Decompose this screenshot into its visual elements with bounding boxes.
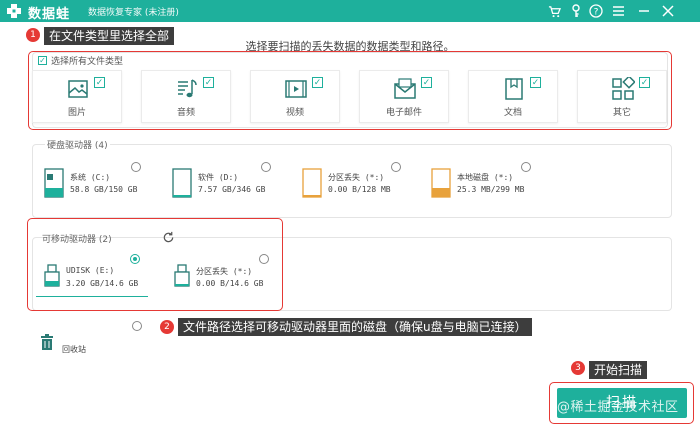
type-check-icon[interactable] xyxy=(639,77,650,88)
callout-step-3: 开始扫描 xyxy=(589,361,648,379)
document-icon xyxy=(505,78,523,100)
callout-step-2: 文件路径选择可移动驱动器里面的磁盘（确保u盘与电脑已连接） xyxy=(178,318,532,336)
type-label: 文档 xyxy=(503,108,522,118)
type-label: 视频 xyxy=(285,108,304,118)
type-label: 音频 xyxy=(176,108,195,118)
highlight-frame-types xyxy=(28,51,672,130)
selected-indicator xyxy=(36,296,148,297)
radio-recycle-bin[interactable] xyxy=(132,321,142,331)
video-icon xyxy=(285,80,307,98)
type-check-icon[interactable] xyxy=(312,77,323,88)
select-all-checkbox[interactable]: 选择所有文件类型 xyxy=(38,54,123,67)
drive-size: 0.00 B/128 MB xyxy=(328,185,391,194)
type-check-icon[interactable] xyxy=(203,77,214,88)
select-all-check-icon[interactable] xyxy=(38,56,47,65)
radio-drive-usb-lost[interactable] xyxy=(259,254,269,264)
type-check-icon[interactable] xyxy=(530,77,541,88)
type-card-audio[interactable]: 音频 xyxy=(141,70,231,123)
radio-drive-local[interactable] xyxy=(521,162,531,172)
drive-name: 分区丢失 (*:) xyxy=(328,173,385,182)
drive-size: 3.20 GB/14.6 GB xyxy=(66,279,139,288)
type-card-other[interactable]: 其它 xyxy=(577,70,667,123)
type-card-video[interactable]: 视频 xyxy=(250,70,340,123)
type-card-document[interactable]: 文档 xyxy=(468,70,558,123)
drive-name: 系统 (C:) xyxy=(70,173,111,182)
app-subtitle: 数据恢复专家 (未注册) xyxy=(88,8,179,18)
type-card-email[interactable]: 电子邮件 xyxy=(359,70,449,123)
drive-name: UDISK (E:) xyxy=(66,266,115,275)
radio-drive-d[interactable] xyxy=(261,162,271,172)
drive-name: 分区丢失 (*:) xyxy=(196,267,253,276)
title-bar: 数据蛙 数据恢复专家 (未注册) ? xyxy=(0,0,700,22)
type-label: 其它 xyxy=(612,108,631,118)
radio-drive-c[interactable] xyxy=(131,162,141,172)
radio-drive-lost[interactable] xyxy=(391,162,401,172)
close-icon[interactable] xyxy=(660,3,676,19)
select-all-label: 选择所有文件类型 xyxy=(51,57,124,67)
cart-icon[interactable] xyxy=(546,3,562,19)
type-card-image[interactable]: 图片 xyxy=(32,70,122,123)
removable-drive-title: 可移动驱动器 (2) xyxy=(42,235,112,245)
recycle-bin-label: 回收站 xyxy=(62,345,86,354)
system-disk-icon xyxy=(44,168,64,198)
image-icon xyxy=(68,80,88,98)
step-badge-3: 3 xyxy=(571,361,585,375)
radio-drive-udisk[interactable] xyxy=(130,254,140,264)
music-icon xyxy=(178,79,197,98)
type-check-icon[interactable] xyxy=(94,77,105,88)
disk-icon xyxy=(172,168,192,198)
drive-name: 本地磁盘 (*:) xyxy=(457,173,514,182)
hard-drive-title: 硬盘驱动器 (4) xyxy=(45,138,110,151)
app-logo-icon xyxy=(7,4,21,18)
drive-size: 7.57 GB/346 GB xyxy=(198,185,266,194)
app-name: 数据蛙 xyxy=(28,7,71,22)
key-icon[interactable] xyxy=(568,3,584,19)
email-icon xyxy=(394,78,416,99)
help-icon[interactable]: ? xyxy=(588,3,604,19)
other-icon xyxy=(612,77,635,100)
drive-size: 0.00 B/14.6 GB xyxy=(196,279,264,288)
drive-size: 25.3 MB/299 MB xyxy=(457,185,525,194)
local-disk-icon xyxy=(431,168,451,198)
drive-size: 58.8 GB/150 GB xyxy=(70,185,138,194)
usb-drive-icon xyxy=(174,264,190,287)
step-badge-2: 2 xyxy=(160,320,174,334)
lost-partition-icon xyxy=(302,168,322,198)
type-label: 电子邮件 xyxy=(385,108,422,118)
minimize-icon[interactable] xyxy=(636,3,652,19)
drive-name: 软件 (D:) xyxy=(198,173,239,182)
watermark: @稀土掘金技术社区 xyxy=(557,400,679,415)
recycle-bin-icon[interactable] xyxy=(40,334,54,350)
type-label: 图片 xyxy=(67,108,86,118)
menu-icon[interactable] xyxy=(610,3,626,19)
usb-drive-icon xyxy=(44,264,60,287)
refresh-icon[interactable] xyxy=(162,231,175,244)
svg-text:?: ? xyxy=(594,8,599,18)
type-check-icon[interactable] xyxy=(421,77,432,88)
